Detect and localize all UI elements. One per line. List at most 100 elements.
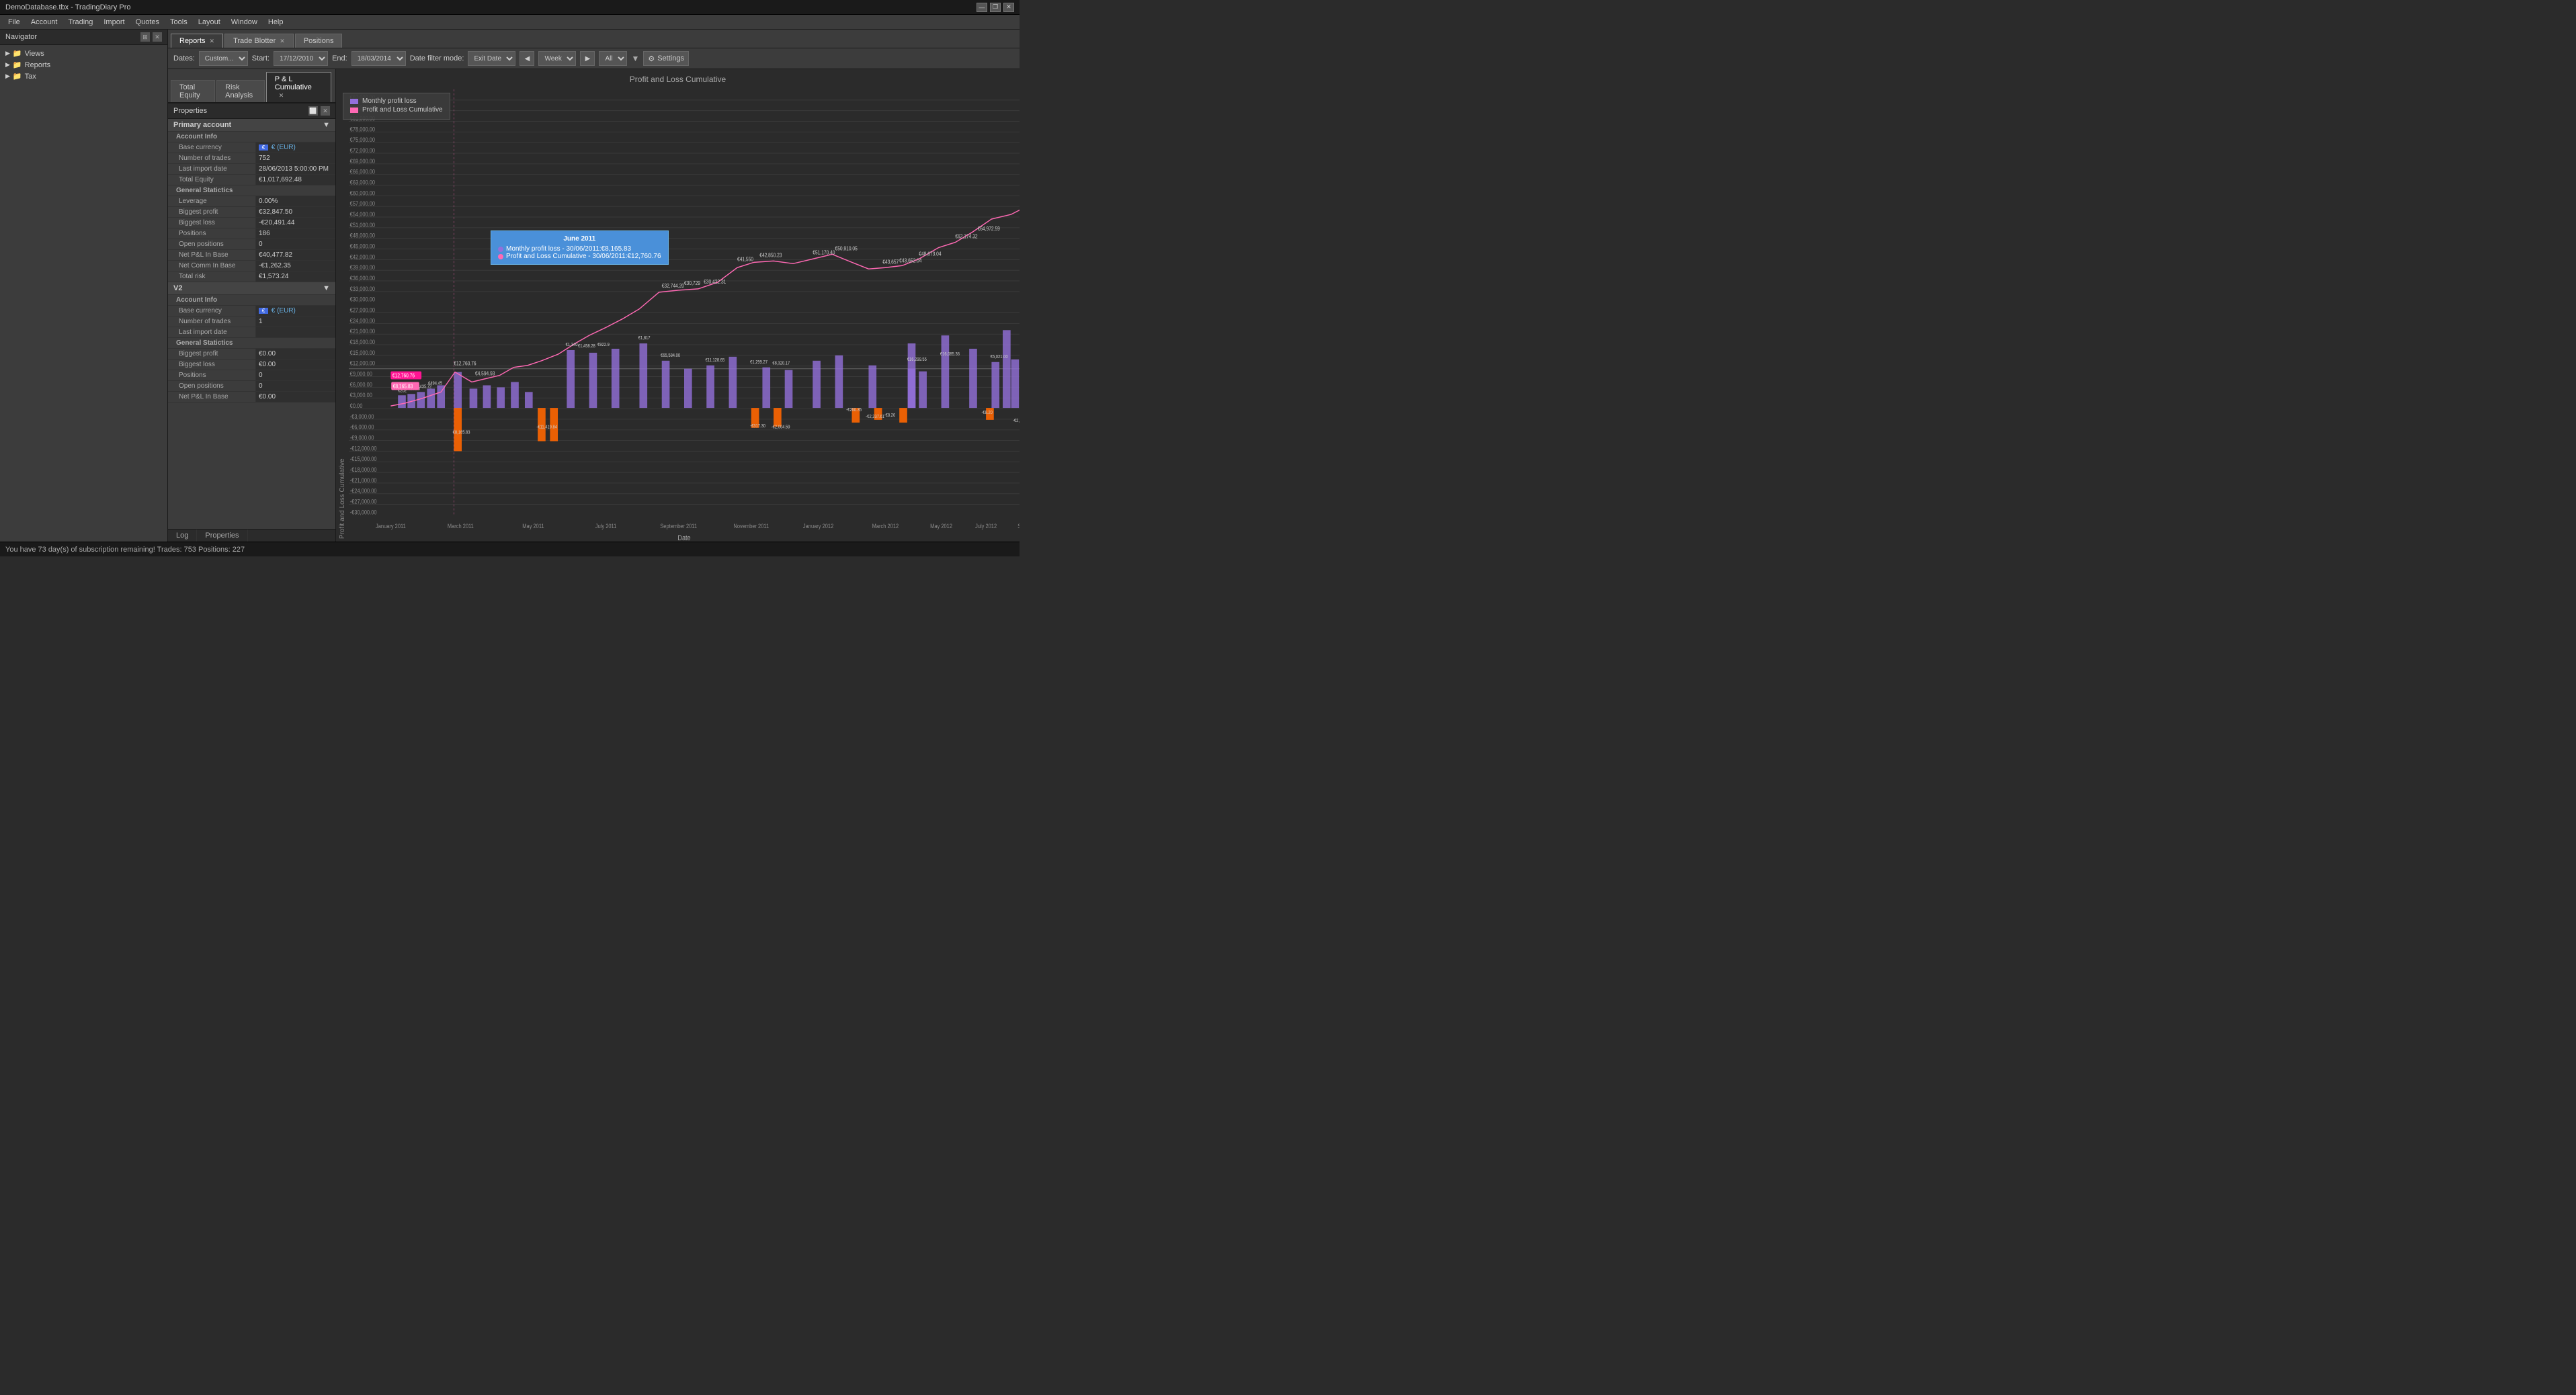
props-key-total-risk: Total risk [168, 271, 256, 282]
navigator-icon-2[interactable]: ✕ [153, 32, 162, 42]
svg-text:€51,170.40: €51,170.40 [813, 249, 835, 256]
props-val-v2-base-currency: € € (EUR) [256, 306, 335, 316]
nav-views-label: Views [25, 50, 44, 58]
filter-icon: ▼ [631, 54, 639, 63]
props-close-icon[interactable]: ✕ [321, 106, 330, 116]
date-filter-select[interactable]: Exit Date [468, 51, 515, 66]
properties-label: Properties [173, 107, 207, 115]
props-key-net-pl: Net P&L In Base [168, 250, 256, 260]
menu-window[interactable]: Window [226, 17, 263, 28]
toolbar: Dates: Custom... Start: 17/12/2010 End: … [168, 48, 1020, 69]
navigator-label: Navigator [5, 33, 37, 41]
tooltip-dot-2 [498, 254, 503, 259]
menu-layout[interactable]: Layout [193, 17, 226, 28]
menu-help[interactable]: Help [263, 17, 289, 28]
menu-quotes[interactable]: Quotes [130, 17, 165, 28]
tab-reports-close[interactable]: ✕ [210, 38, 215, 45]
svg-text:-€260.35: -€260.35 [846, 408, 862, 413]
props-val-v2-positions: 0 [256, 370, 335, 380]
svg-text:€39,000.00: €39,000.00 [350, 265, 376, 271]
svg-text:€78,000.00: €78,000.00 [350, 126, 376, 133]
props-val-v2-biggest-profit: €0.00 [256, 349, 335, 359]
svg-text:€72,000.00: €72,000.00 [350, 147, 376, 154]
svg-text:-€21,000.00: -€21,000.00 [350, 477, 377, 484]
week-select[interactable]: Week [538, 51, 576, 66]
tab-positions[interactable]: Positions [295, 34, 343, 48]
close-button[interactable]: ✕ [1003, 3, 1014, 12]
tab-trade-blotter-close[interactable]: ✕ [280, 38, 285, 45]
svg-text:-€15,000.00: -€15,000.00 [350, 456, 377, 463]
folder-icon-tax: 📁 [13, 72, 22, 81]
props-key-v2-biggest-profit: Biggest profit [168, 349, 256, 359]
sub-tab-risk-analysis[interactable]: Risk Analysis [216, 80, 265, 102]
all-select[interactable]: All [599, 51, 627, 66]
props-row-positions: Positions 186 [168, 228, 335, 239]
menu-tools[interactable]: Tools [165, 17, 193, 28]
props-key-import-date: Last import date [168, 164, 256, 174]
svg-text:-€9,000.00: -€9,000.00 [350, 435, 374, 441]
props-row-v2-base-currency: Base currency € € (EUR) [168, 306, 335, 316]
nav-item-reports[interactable]: ▶ 📁 Reports [0, 59, 167, 71]
sub-tab-pl-close[interactable]: ✕ [279, 92, 284, 99]
props-val-biggest-profit: €32,847.50 [256, 207, 335, 217]
svg-text:€5,021.00: €5,021.00 [991, 354, 1008, 360]
tab-reports[interactable]: Reports ✕ [171, 34, 223, 48]
end-date-select[interactable]: 18/03/2014 [351, 51, 406, 66]
props-key-v2-biggest-loss: Biggest loss [168, 360, 256, 370]
svg-text:€33,000.00: €33,000.00 [350, 286, 376, 292]
svg-text:€62,174.32: €62,174.32 [955, 233, 977, 240]
svg-text:€65,584.00: €65,584.00 [661, 353, 680, 358]
props-row-v2-num-trades: Number of trades 1 [168, 316, 335, 327]
svg-text:March 2011: March 2011 [448, 523, 474, 530]
nav-item-views[interactable]: ▶ 📁 Views [0, 48, 167, 59]
dates-select[interactable]: Custom... [199, 51, 248, 66]
props-key-total-equity: Total Equity [168, 175, 256, 185]
props-restore-icon[interactable]: ⬜ [308, 106, 318, 116]
svg-text:€60,000.00: €60,000.00 [350, 190, 376, 197]
minimize-button[interactable]: — [977, 3, 987, 12]
nav-tree: ▶ 📁 Views ▶ 📁 Reports ▶ 📁 Tax [0, 45, 167, 85]
next-arrow[interactable]: ▶ [580, 51, 595, 66]
svg-text:€8,165.83: €8,165.83 [453, 430, 470, 435]
statusbar: You have 73 day(s) of subscription remai… [0, 542, 1020, 556]
y-axis-label: Profit and Loss Cumulative [336, 89, 349, 542]
props-val-v2-import-date [256, 327, 335, 337]
menu-file[interactable]: File [3, 17, 26, 28]
chart-legend: Monthly profit loss Profit and Loss Cumu… [343, 93, 450, 120]
svg-text:-€317.30: -€317.30 [750, 423, 765, 429]
props-row-net-comm: Net Comm In Base -€1,262.35 [168, 261, 335, 271]
bottom-tab-properties[interactable]: Properties [197, 530, 247, 542]
menu-account[interactable]: Account [26, 17, 63, 28]
svg-text:€42,000.00: €42,000.00 [350, 254, 376, 261]
bottom-tab-log[interactable]: Log [168, 530, 197, 542]
menu-import[interactable]: Import [98, 17, 130, 28]
menubar: File Account Trading Import Quotes Tools… [0, 15, 1020, 30]
sub-tab-total-equity[interactable]: Total Equity [171, 80, 215, 102]
navigator-header: Navigator ⊞ ✕ [0, 30, 167, 45]
props-val-base-currency: € € (EUR) [256, 142, 335, 153]
svg-text:€1,458.28: €1,458.28 [578, 344, 595, 349]
svg-text:€1,340: €1,340 [566, 343, 578, 348]
start-date-select[interactable]: 17/12/2010 [274, 51, 328, 66]
svg-text:€27,000.00: €27,000.00 [350, 307, 376, 314]
date-filter-label: Date filter mode: [410, 54, 464, 62]
maximize-button[interactable]: ❐ [990, 3, 1001, 12]
tab-reports-label: Reports [179, 37, 206, 45]
sub-tab-pl-cumulative[interactable]: P & L Cumulative ✕ [266, 72, 331, 102]
props-key-biggest-profit: Biggest profit [168, 207, 256, 217]
prev-arrow[interactable]: ◀ [520, 51, 534, 66]
svg-text:€0.00: €0.00 [350, 403, 363, 409]
props-row-open-positions: Open positions 0 [168, 239, 335, 250]
menu-trading[interactable]: Trading [63, 17, 98, 28]
svg-text:-€8.20: -€8.20 [884, 413, 896, 419]
nav-item-tax[interactable]: ▶ 📁 Tax [0, 71, 167, 82]
props-val-total-risk: €1,573.24 [256, 271, 335, 282]
svg-text:€11,128.65: €11,128.65 [706, 357, 725, 363]
props-row-v2-biggest-loss: Biggest loss €0.00 [168, 360, 335, 370]
svg-text:-€18,000.00: -€18,000.00 [350, 467, 377, 474]
navigator-icon-1[interactable]: ⊞ [140, 32, 150, 42]
props-primary-label: Primary account [173, 121, 231, 129]
settings-button[interactable]: ⚙ Settings [643, 51, 689, 66]
tab-trade-blotter[interactable]: Trade Blotter ✕ [224, 34, 294, 48]
props-key-positions: Positions [168, 228, 256, 239]
